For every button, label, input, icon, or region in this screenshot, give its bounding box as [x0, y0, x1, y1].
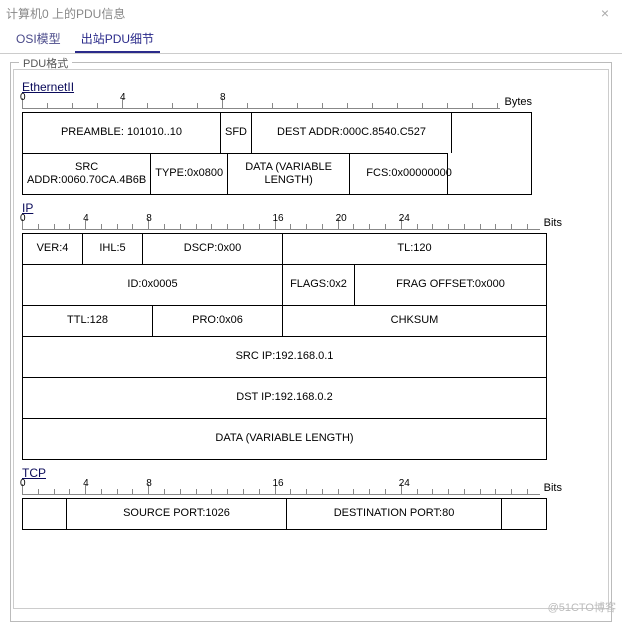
ip-src: SRC IP:192.168.0.1 — [23, 337, 546, 377]
tcp-blank-right — [502, 499, 546, 529]
tab-bar: OSI模型 出站PDU细节 — [0, 26, 622, 54]
ip-dst: DST IP:192.168.0.2 — [23, 378, 546, 418]
eth-preamble: PREAMBLE: 101010..10 — [23, 113, 221, 153]
ethernet-ruler: 048 Bytes — [22, 94, 532, 110]
eth-src-addr: SRC ADDR:0060.70CA.4B6B — [23, 154, 151, 194]
tcp-dst-port: DESTINATION PORT:80 — [287, 499, 502, 529]
ip-pro: PRO:0x06 — [153, 306, 283, 336]
ip-tl: TL:120 — [283, 234, 546, 264]
close-icon[interactable]: × — [594, 4, 616, 22]
ip-id: ID:0x0005 — [23, 265, 283, 305]
eth-blank — [452, 113, 531, 153]
tcp-title: TCP — [22, 466, 604, 480]
tab-osi-model[interactable]: OSI模型 — [10, 26, 67, 53]
ip-ruler-unit: Bits — [544, 217, 562, 229]
ip-dscp: DSCP:0x00 — [143, 234, 283, 264]
pdu-info-window: 计算机0 上的PDU信息 × OSI模型 出站PDU细节 PDU格式 Ether… — [0, 0, 622, 622]
eth-data: DATA (VARIABLE LENGTH) — [228, 154, 350, 194]
ip-chksum: CHKSUM — [283, 306, 546, 336]
title-bar: 计算机0 上的PDU信息 × — [0, 0, 622, 26]
tcp-ruler: 0481624 Bits — [22, 480, 562, 496]
pdu-scroll-area[interactable]: EthernetII 048 Bytes PREAMBLE: 101010..1… — [13, 69, 609, 609]
ip-flags: FLAGS:0x2 — [283, 265, 355, 305]
ethernet-block: PREAMBLE: 101010..10 SFD DEST ADDR:000C.… — [22, 112, 532, 195]
tcp-blank-left — [23, 499, 67, 529]
tcp-src-port: SOURCE PORT:1026 — [67, 499, 287, 529]
ip-ver: VER:4 — [23, 234, 83, 264]
ip-block: VER:4 IHL:5 DSCP:0x00 TL:120 ID:0x0005 F… — [22, 233, 547, 460]
ip-data: DATA (VARIABLE LENGTH) — [23, 419, 546, 459]
eth-dest-addr: DEST ADDR:000C.8540.C527 — [252, 113, 452, 153]
tcp-block: SOURCE PORT:1026 DESTINATION PORT:80 — [22, 498, 547, 530]
pdu-format-frame: PDU格式 EthernetII 048 Bytes PREAMBLE: 101… — [10, 62, 612, 622]
tcp-ruler-unit: Bits — [544, 482, 562, 494]
watermark: @51CTO博客 — [548, 599, 616, 615]
ip-title: IP — [22, 201, 604, 215]
ethernet-title: EthernetII — [22, 80, 604, 94]
ip-frag: FRAG OFFSET:0x000 — [355, 265, 546, 305]
window-title: 计算机0 上的PDU信息 — [6, 5, 125, 22]
tab-outbound-pdu[interactable]: 出站PDU细节 — [75, 26, 160, 53]
ip-ihl: IHL:5 — [83, 234, 143, 264]
eth-fcs: FCS:0x00000000 — [350, 154, 468, 194]
ip-ttl: TTL:128 — [23, 306, 153, 336]
ip-ruler: 048162024 Bits — [22, 215, 562, 231]
eth-sfd: SFD — [221, 113, 252, 153]
eth-type: TYPE:0x0800 — [151, 154, 228, 194]
ethernet-ruler-unit: Bytes — [504, 96, 532, 108]
